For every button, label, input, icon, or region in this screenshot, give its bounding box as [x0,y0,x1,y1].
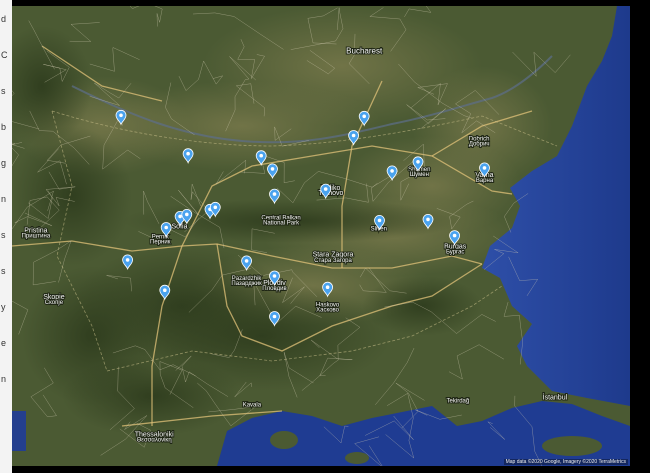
label-haskovo-cyr: Хасково [316,307,339,313]
label-shumen-cyr: Шумен [410,172,429,178]
left-strip-letter: g [1,158,7,168]
left-strip-letter: e [1,338,7,348]
map-canvas[interactable]: BucharestVelikoTarnovoSofiaPristinaПришт… [12,6,630,466]
left-strip-letter: d [1,14,7,24]
mountain-area [362,276,482,336]
left-strip-letter: s [1,266,6,276]
left-strip-letter: y [1,302,6,312]
label-bucharest: Bucharest [346,47,383,56]
label-pristina-cyr: Приштина [22,234,51,240]
label-stara-zagora-cyr: Стара Загора [314,258,352,264]
left-strip-letter: n [1,374,7,384]
left-strip-letter: n [1,194,7,204]
label-plovdiv-cyr: Пловдив [262,286,286,292]
left-strip-letter: s [1,86,6,96]
label-skopje-cyr: Скопје [45,300,64,306]
left-strip-letter: C [1,50,8,60]
label-dobrich-cyr: Добрич [469,142,490,148]
left-strip-letter: s [1,230,6,240]
label-burgas-cyr: Бургас [446,250,464,256]
label-kavala: Kavala [243,402,262,408]
label-varna-cyr: Варна [476,178,494,184]
lake-west [12,411,26,451]
island-samothrace [345,452,369,464]
island-thasos [270,431,298,449]
label-pazardzhik-cyr: Пазарджик [231,281,262,287]
left-strip-letter: b [1,122,7,132]
label-istanbul: İstanbul [543,392,568,401]
label-pernik-cyr: Перник [150,240,171,246]
map-attribution: Map data ©2020 Google, Imagery ©2020 Ter… [503,459,628,465]
left-sidebar-strip: d Cs b g n s s y e n [0,0,12,473]
label-national-park: National Park [263,220,300,226]
label-tekirdag: Tekirdağ [447,398,470,404]
label-thessaloniki-cyr: Θεσσαλονίκη [137,438,172,444]
satellite-map[interactable]: BucharestVelikoTarnovoSofiaPristinaПришт… [12,6,630,466]
peninsula [542,436,602,456]
